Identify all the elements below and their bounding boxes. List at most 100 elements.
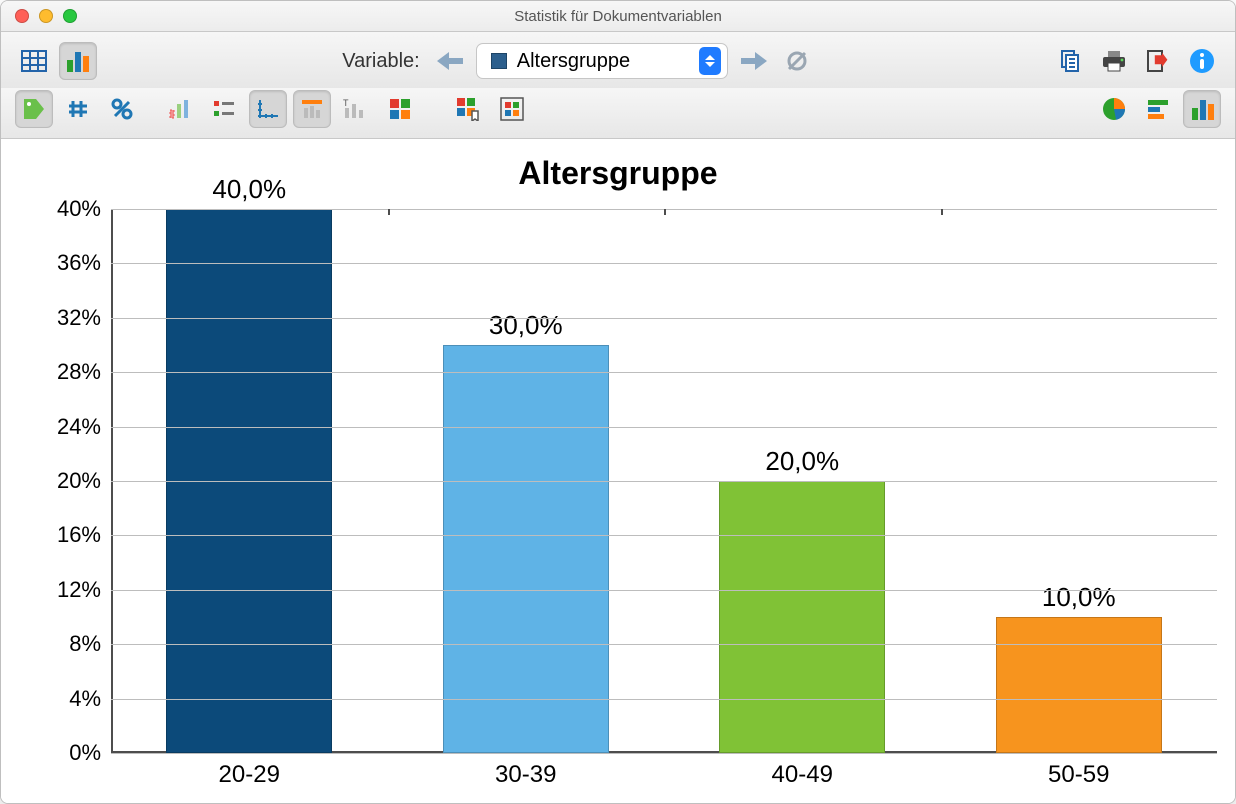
legend-icon [213, 99, 235, 119]
variable-swatch-icon [491, 53, 507, 69]
count-mode-button[interactable] [59, 90, 97, 128]
bar-value-label: 40,0% [212, 174, 286, 205]
x-tick-label: 30-39 [495, 761, 556, 789]
minimize-window-button[interactable] [39, 9, 53, 23]
title-icon [300, 98, 324, 120]
bar-value-label: 30,0% [489, 310, 563, 341]
chart-area: Altersgruppe 40,0%30,0%20,0%10,0% 0%4%8%… [1, 139, 1235, 803]
tag-mode-button[interactable] [15, 90, 53, 128]
table-view-button[interactable] [15, 42, 53, 80]
data-labels-icon: T [343, 98, 369, 120]
info-icon [1189, 48, 1215, 74]
grid-line [111, 535, 1217, 536]
printer-icon [1101, 49, 1127, 73]
y-tick-label: 12% [21, 577, 101, 603]
toolbar-secondary: T [1, 88, 1235, 139]
grid-line [111, 481, 1217, 482]
print-button[interactable] [1095, 42, 1133, 80]
y-tick-label: 32% [21, 305, 101, 331]
variable-label: Variable: [332, 50, 425, 73]
variable-select-value: Altersgruppe [517, 50, 630, 73]
arrow-left-icon [437, 50, 465, 72]
chart-view-button[interactable] [59, 42, 97, 80]
y-tick-label: 0% [21, 740, 101, 766]
percent-icon [111, 98, 133, 120]
bar-50-59: 10,0% [996, 582, 1162, 753]
x-tick-mark [388, 209, 390, 215]
x-tick-mark [941, 209, 943, 215]
y-tick-label: 4% [21, 686, 101, 712]
vbar-chart-icon [1190, 98, 1214, 120]
bar-20-29: 40,0% [166, 174, 332, 753]
export-icon [1146, 49, 1170, 73]
color-grid-icon [389, 98, 411, 120]
percent-mode-button[interactable] [103, 90, 141, 128]
pie-chart-icon [1102, 97, 1126, 121]
table-icon [21, 50, 47, 72]
bar-rect [443, 345, 609, 753]
x-tick-label: 50-59 [1048, 761, 1109, 789]
x-tick-label: 20-29 [219, 761, 280, 789]
data-labels-button[interactable]: T [337, 90, 375, 128]
grid-line [111, 644, 1217, 645]
y-tick-label: 28% [21, 359, 101, 385]
scale-button[interactable] [249, 90, 287, 128]
y-tick-label: 20% [21, 468, 101, 494]
bar-value-label: 10,0% [1042, 582, 1116, 613]
titlebar: Statistik für Dokumentvariablen [1, 1, 1235, 32]
y-tick-label: 8% [21, 631, 101, 657]
sort-bars-button[interactable] [161, 90, 199, 128]
grid-line [111, 753, 1217, 754]
grid-line [111, 318, 1217, 319]
vbar-chart-button[interactable] [1183, 90, 1221, 128]
x-tick-mark [664, 209, 666, 215]
toggle-missing-button[interactable] [778, 42, 816, 80]
grid-line [111, 427, 1217, 428]
y-tick-label: 24% [21, 414, 101, 440]
load-preset-button[interactable] [493, 90, 531, 128]
legend-button[interactable] [205, 90, 243, 128]
bar-rect [996, 617, 1162, 753]
tag-icon [22, 97, 46, 121]
bar-30-39: 30,0% [443, 310, 609, 753]
color-grid-boxed-icon [500, 97, 524, 121]
prev-variable-button[interactable] [432, 42, 470, 80]
next-variable-button[interactable] [734, 42, 772, 80]
arrow-right-icon [739, 50, 767, 72]
grid-line [111, 590, 1217, 591]
pie-chart-button[interactable] [1095, 90, 1133, 128]
copy-icon [1058, 49, 1082, 73]
color-assign-button[interactable] [381, 90, 419, 128]
bar-chart-icon [65, 50, 91, 72]
x-tick-label: 40-49 [772, 761, 833, 789]
save-preset-button[interactable] [449, 90, 487, 128]
close-window-button[interactable] [15, 9, 29, 23]
variable-select[interactable]: Altersgruppe [476, 43, 728, 79]
y-tick-label: 40% [21, 196, 101, 222]
color-grid-bookmark-icon [456, 97, 480, 121]
sort-bars-icon [168, 98, 192, 120]
export-button[interactable] [1139, 42, 1177, 80]
title-toggle-button[interactable] [293, 90, 331, 128]
grid-line [111, 699, 1217, 700]
bar-value-label: 20,0% [765, 446, 839, 477]
chart-plot: 40,0%30,0%20,0%10,0% 0%4%8%12%16%20%24%2… [111, 209, 1217, 753]
app-window: Statistik für Dokumentvariablen Variable… [0, 0, 1236, 804]
hash-icon [67, 98, 89, 120]
svg-text:T: T [343, 98, 349, 108]
toolbar-primary: Variable: Altersgruppe [1, 32, 1235, 88]
select-stepper-icon [699, 47, 721, 75]
info-button[interactable] [1183, 42, 1221, 80]
grid-line [111, 263, 1217, 264]
window-title: Statistik für Dokumentvariablen [1, 8, 1235, 25]
y-tick-label: 16% [21, 522, 101, 548]
hbar-chart-icon [1146, 99, 1170, 119]
empty-set-icon [785, 49, 809, 73]
bar-40-49: 20,0% [719, 446, 885, 753]
zoom-window-button[interactable] [63, 9, 77, 23]
copy-button[interactable] [1051, 42, 1089, 80]
bar-rect [719, 481, 885, 753]
grid-line [111, 372, 1217, 373]
hbar-chart-button[interactable] [1139, 90, 1177, 128]
scale-axes-icon [256, 98, 280, 120]
